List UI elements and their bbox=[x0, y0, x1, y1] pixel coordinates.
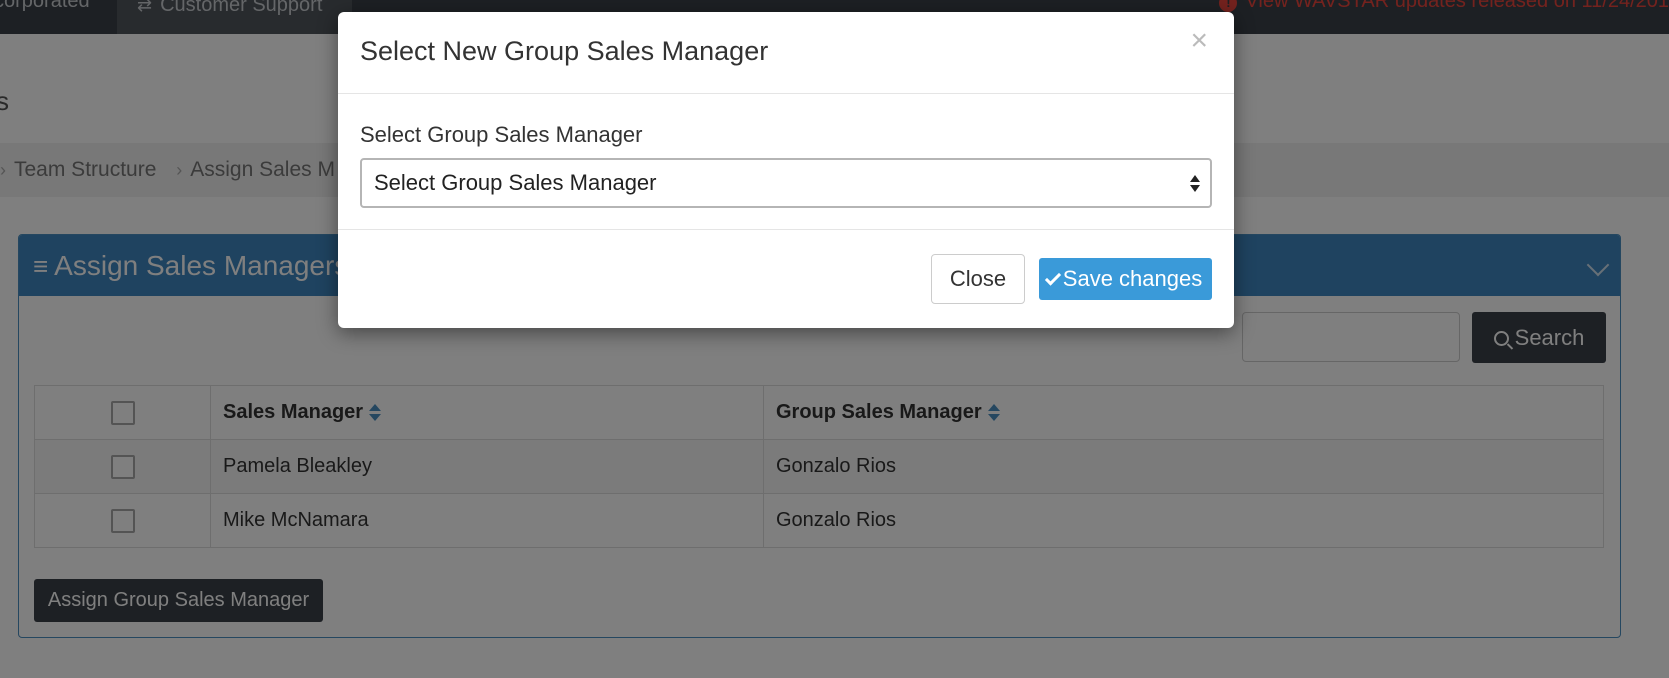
close-button[interactable]: Close bbox=[931, 254, 1025, 304]
modal-footer: Close Save changes bbox=[338, 230, 1234, 326]
check-icon bbox=[1044, 269, 1061, 286]
close-icon[interactable]: × bbox=[1190, 26, 1208, 56]
save-changes-label: Save changes bbox=[1062, 266, 1203, 291]
group-sales-manager-label: Select Group Sales Manager bbox=[360, 122, 643, 147]
select-group-sales-manager-modal: Select New Group Sales Manager × Select … bbox=[338, 12, 1234, 328]
select-arrows-icon bbox=[1190, 175, 1200, 193]
modal-body: Select Group Sales Manager Select Group … bbox=[338, 94, 1234, 230]
select-value: Select Group Sales Manager bbox=[374, 170, 657, 195]
save-changes-button[interactable]: Save changes bbox=[1039, 258, 1212, 300]
modal-header: Select New Group Sales Manager × bbox=[338, 12, 1234, 94]
modal-title: Select New Group Sales Manager bbox=[360, 36, 769, 66]
group-sales-manager-select[interactable]: Select Group Sales Manager bbox=[360, 158, 1212, 208]
